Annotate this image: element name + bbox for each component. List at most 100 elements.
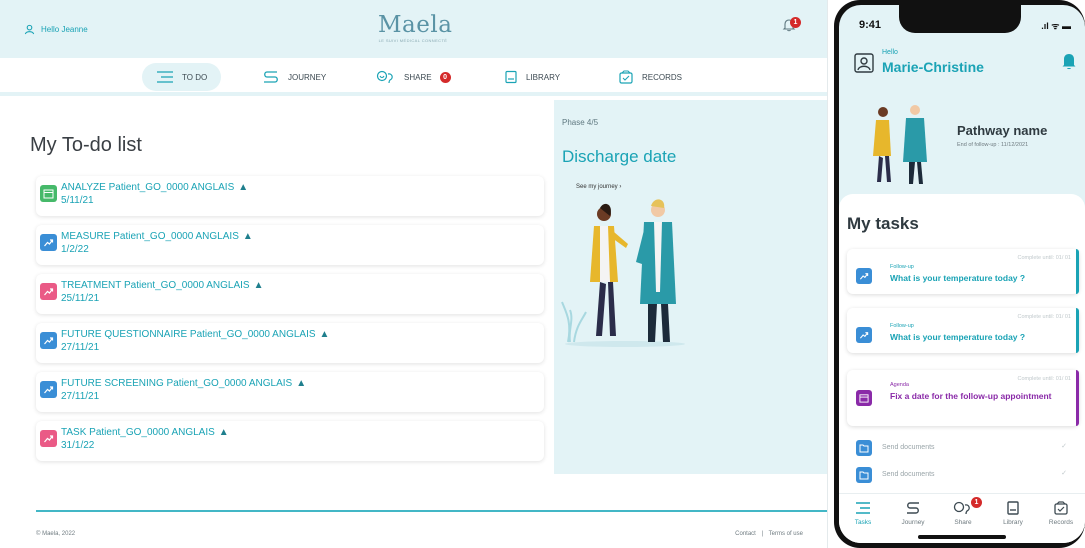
notification-badge: 1 [790, 17, 801, 28]
task-date: 5/11/21 [61, 195, 94, 206]
task-date: 25/11/21 [61, 293, 100, 304]
notifications-button[interactable]: 1 [782, 17, 801, 37]
pathway-name: Pathway name [957, 123, 1048, 138]
share-icon [376, 70, 393, 84]
warning-icon: ▲ [238, 182, 249, 193]
warning-icon: ▲ [296, 378, 307, 389]
doctors-illustration [873, 105, 927, 184]
trend-icon [40, 430, 57, 447]
card-accent [1076, 308, 1079, 353]
library-icon [1007, 501, 1019, 515]
records-icon [619, 70, 633, 84]
folder-icon [856, 440, 872, 456]
check-icon: ✓ [1061, 443, 1067, 450]
calendar-icon [856, 390, 872, 406]
card-category: Follow-up [890, 264, 914, 270]
card-category: Agenda [890, 382, 909, 388]
card-accent [1076, 370, 1079, 426]
share-icon [953, 501, 970, 515]
trend-icon [40, 332, 57, 349]
tab-library-label: Library [1003, 519, 1023, 526]
tab-tasks[interactable]: Tasks [843, 500, 883, 526]
tab-records[interactable]: Records [1041, 500, 1081, 526]
tab-records-label: Records [1048, 519, 1074, 526]
task-date: 1/2/22 [61, 244, 89, 255]
hello-label: Hello [882, 49, 898, 56]
trend-icon [40, 234, 57, 251]
card-title: What is your temperature today ? [890, 332, 1026, 342]
tasks-title: My tasks [847, 214, 919, 233]
card-until: Complete until: 01/ 01 [1017, 314, 1071, 320]
journey-icon [907, 502, 919, 514]
task-card[interactable]: Complete until: 01/ 01 Follow-up What is… [847, 308, 1079, 353]
card-accent [1076, 249, 1079, 294]
task-title: TREATMENT Patient_GO_0000 ANGLAIS [61, 280, 250, 291]
phone-notch [899, 5, 1021, 33]
folder-icon [856, 467, 872, 483]
tab-journey[interactable]: JOURNEY [248, 63, 340, 91]
check-icon: ✓ [1061, 470, 1067, 477]
terms-link[interactable]: Terms of use [769, 531, 803, 537]
user-icon[interactable] [854, 53, 874, 73]
web-app: Hello Jeanne Maela LE SUIVI MÉDICAL CONN… [0, 0, 828, 548]
task-title: FUTURE QUESTIONNAIRE Patient_GO_0000 ANG… [61, 329, 316, 340]
trend-icon [40, 381, 57, 398]
footer-links: Contact | Terms of use [735, 531, 803, 537]
tab-share-label: Share [954, 519, 972, 526]
tab-todo-label: TO DO [182, 72, 208, 82]
tab-tasks-label: Tasks [854, 519, 872, 526]
doctors-illustration [561, 199, 685, 347]
done-task[interactable]: Send documents ✓ [847, 438, 1079, 458]
warning-icon: ▲ [253, 280, 264, 291]
hello-user[interactable]: Hello Jeanne [24, 24, 88, 35]
task-date: 31/1/22 [61, 440, 95, 451]
phone-frame: 9:41 .ıl ᯤ ▬ Hello Marie-Christine Pathw… [834, 0, 1085, 548]
tab-share[interactable]: SHARE 0 [362, 63, 465, 91]
phase-panel: Phase 4/5 Discharge date See my journey … [554, 100, 827, 474]
tab-journey[interactable]: Journey [893, 500, 933, 526]
done-task[interactable]: Send documents ✓ [847, 465, 1079, 485]
card-title: What is your temperature today ? [890, 273, 1026, 283]
tab-records[interactable]: RECORDS [604, 63, 696, 91]
card-until: Complete until: 01/ 01 [1017, 376, 1071, 382]
task-item[interactable]: FUTURE SCREENING Patient_GO_0000 ANGLAIS… [36, 372, 544, 412]
library-icon [505, 70, 517, 84]
calendar-icon [40, 185, 57, 202]
page-title: My To-do list [30, 134, 142, 156]
tab-library[interactable]: Library [993, 500, 1033, 526]
tab-todo[interactable]: TO DO [142, 63, 222, 91]
done-task-label: Send documents [882, 444, 935, 451]
tab-library-label: LIBRARY [526, 72, 561, 82]
task-item[interactable]: FUTURE QUESTIONNAIRE Patient_GO_0000 ANG… [36, 323, 544, 363]
task-item[interactable]: TREATMENT Patient_GO_0000 ANGLAIS ▲ 25/11… [36, 274, 544, 314]
task-item[interactable]: TASK Patient_GO_0000 ANGLAIS ▲ 31/1/22 [36, 421, 544, 461]
contact-link[interactable]: Contact [735, 531, 756, 537]
tasks-sheet: My tasks Complete until: 01/ 01 Follow-u… [839, 194, 1085, 543]
see-journey-link[interactable]: See my journey › [576, 184, 621, 190]
list-icon [856, 502, 870, 514]
web-header: Hello Jeanne Maela LE SUIVI MÉDICAL CONN… [0, 0, 827, 58]
warning-icon: ▲ [242, 231, 253, 242]
copyright: © Maela, 2022 [36, 531, 76, 537]
trend-icon [856, 268, 872, 284]
card-title: Fix a date for the follow-up appointment [890, 391, 1052, 401]
card-category: Follow-up [890, 323, 914, 329]
main-nav: TO DO JOURNEY SHARE 0 LIBRARY RECORDS [0, 58, 827, 96]
card-until: Complete until: 01/ 01 [1017, 255, 1071, 261]
bell-icon[interactable] [1061, 52, 1077, 70]
task-card[interactable]: Complete until: 01/ 01 Agenda Fix a date… [847, 370, 1079, 426]
list-icon [157, 71, 173, 83]
task-title: TASK Patient_GO_0000 ANGLAIS [61, 427, 215, 438]
tab-library[interactable]: LIBRARY [490, 63, 574, 91]
maela-logo[interactable]: Maela LE SUIVI MÉDICAL CONNECTÉ [378, 12, 452, 43]
task-item[interactable]: MEASURE Patient_GO_0000 ANGLAIS ▲ 1/2/22 [36, 225, 544, 265]
logo-tagline: LE SUIVI MÉDICAL CONNECTÉ [378, 38, 448, 43]
task-card[interactable]: Complete until: 01/ 01 Follow-up What is… [847, 249, 1079, 294]
tab-share-label: SHARE [404, 72, 432, 82]
phase-label: Phase 4/5 [562, 118, 599, 127]
share-badge: 0 [439, 71, 451, 83]
task-item[interactable]: ANALYZE Patient_GO_0000 ANGLAIS ▲ 5/11/21 [36, 176, 544, 216]
tab-share[interactable]: Share 1 [943, 497, 983, 526]
journey-icon [264, 71, 278, 83]
home-indicator[interactable] [918, 535, 1006, 539]
